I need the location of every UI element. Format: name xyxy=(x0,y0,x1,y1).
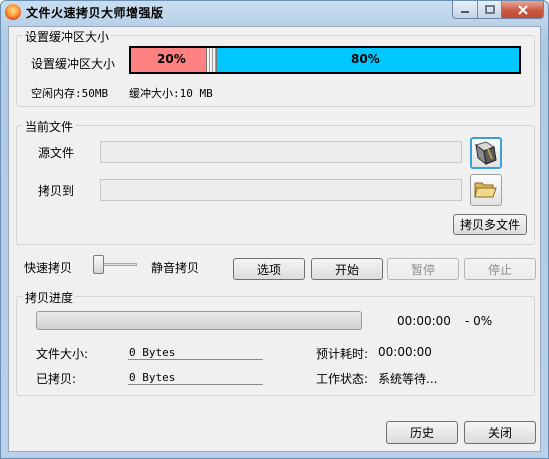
status-label: 工作状态: xyxy=(316,372,369,386)
copy-mode-slider[interactable] xyxy=(93,255,104,274)
stop-button[interactable]: 停止 xyxy=(464,258,536,280)
dest-label: 拷贝到 xyxy=(38,184,75,198)
copied-value: 0 Bytes xyxy=(129,371,176,384)
client-area: 设置缓冲区大小 设置缓冲区大小 20% 80% 空闲内存:50MB 缓冲大小:1… xyxy=(8,26,541,452)
folder-icon xyxy=(474,182,497,198)
pause-button[interactable]: 暂停 xyxy=(387,258,459,280)
source-browse-button[interactable] xyxy=(470,137,502,169)
file-size-underline xyxy=(128,359,263,360)
title-bar[interactable]: 文件火速拷贝大师增强版 xyxy=(1,1,548,23)
close-window-button[interactable] xyxy=(501,1,544,19)
progress-percent: - 0% xyxy=(465,314,493,328)
file-group-label: 当前文件 xyxy=(23,118,76,135)
source-file-field[interactable] xyxy=(100,141,462,163)
status-value: 系统等待... xyxy=(378,372,438,386)
quiet-copy-label: 静音拷贝 xyxy=(151,261,200,275)
options-button[interactable]: 选项 xyxy=(233,258,305,280)
close-button[interactable]: 关闭 xyxy=(464,421,536,444)
minimize-button[interactable] xyxy=(452,1,478,19)
copied-underline xyxy=(128,384,263,385)
file-size-label: 文件大小: xyxy=(36,347,89,361)
estimate-label: 预计耗时: xyxy=(316,347,369,361)
minimize-icon xyxy=(461,10,469,13)
buffer-slider-handle[interactable] xyxy=(206,48,217,72)
fast-copy-label: 快速拷贝 xyxy=(24,261,73,275)
start-button[interactable]: 开始 xyxy=(311,258,383,280)
estimate-value: 00:00:00 xyxy=(378,345,432,359)
progress-group-label: 拷贝进度 xyxy=(23,289,76,306)
copy-mode-track xyxy=(101,263,137,266)
app-icon xyxy=(5,4,21,20)
buffer-right-percent: 80% xyxy=(351,52,380,66)
maximize-button[interactable] xyxy=(477,1,502,19)
buffer-group: 设置缓冲区大小 设置缓冲区大小 20% 80% 空闲内存:50MB 缓冲大小:1… xyxy=(16,28,535,107)
multi-copy-button[interactable]: 拷贝多文件 xyxy=(453,214,527,235)
file-group: 当前文件 源文件 拷贝到 拷贝多文件 xyxy=(16,118,535,245)
buffer-left-percent: 20% xyxy=(157,52,186,66)
file-size-value: 0 Bytes xyxy=(129,346,176,359)
close-icon xyxy=(517,4,528,15)
dest-path-field[interactable] xyxy=(100,179,462,201)
copy-progress-bar xyxy=(36,311,362,330)
buffer-size-bar[interactable]: 20% 80% xyxy=(129,46,521,74)
source-label: 源文件 xyxy=(38,146,75,160)
buffer-row-label: 设置缓冲区大小 xyxy=(31,57,116,71)
file-open-icon xyxy=(474,141,497,166)
maximize-icon xyxy=(484,5,495,14)
window-title: 文件火速拷贝大师增强版 xyxy=(26,6,164,20)
copied-label: 已拷贝: xyxy=(36,372,77,386)
history-button[interactable]: 历史 xyxy=(386,421,458,444)
free-memory-text: 空闲内存:50MB xyxy=(31,87,109,100)
dest-browse-button[interactable] xyxy=(470,174,502,206)
buffer-group-label: 设置缓冲区大小 xyxy=(23,28,112,45)
main-window: 文件火速拷贝大师增强版 设置缓冲区大小 设置缓冲区大小 20% 80% 空闲内存… xyxy=(0,0,549,459)
elapsed-time: 00:00:00 xyxy=(397,314,451,328)
buffer-size-text: 缓冲大小:10 MB xyxy=(129,87,213,100)
